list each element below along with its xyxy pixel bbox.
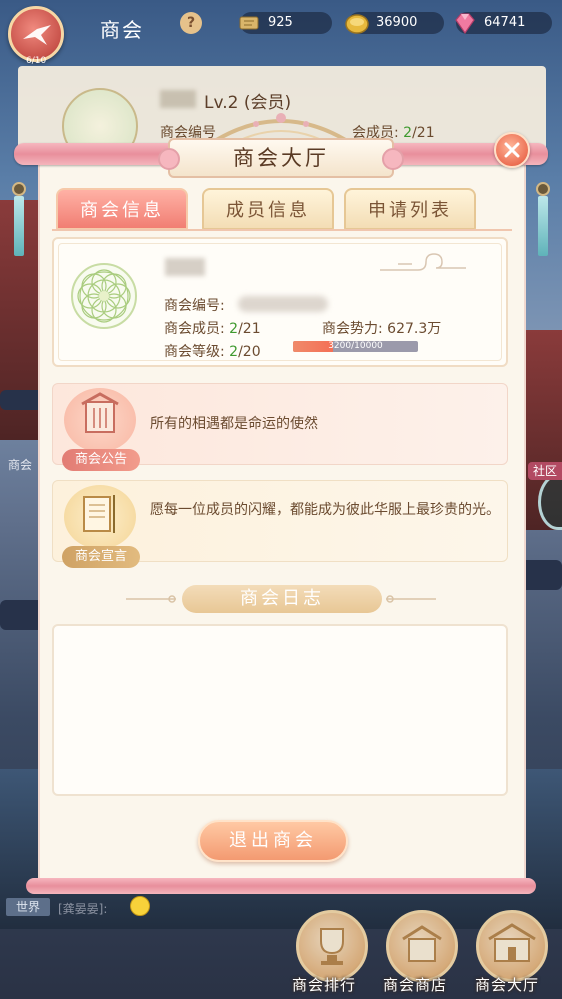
- declaration-badge-label: 商会宣言: [62, 546, 140, 568]
- notice-badge: [64, 388, 136, 452]
- chat-speaker: [龚晏晏]:: [58, 902, 108, 916]
- tab-application-list[interactable]: 申请列表: [344, 188, 476, 230]
- guild-id-blurred: [238, 296, 328, 312]
- diamond-icon: [455, 13, 475, 35]
- top-bar: 6/10 商会 ? 925 36900 64741: [0, 0, 562, 66]
- tab-guild-info[interactable]: 商会信息: [56, 188, 188, 230]
- chat-channel-world[interactable]: 世界: [6, 898, 50, 916]
- dialog-title: 商会大厅: [158, 138, 404, 178]
- gold-coin-icon: [345, 14, 369, 34]
- currency-gold[interactable]: 36900: [345, 12, 444, 34]
- shop-icon: [402, 925, 442, 962]
- tab-member-info[interactable]: 成员信息: [202, 188, 334, 230]
- tab-divider: [52, 229, 512, 231]
- nav-guild-ranking[interactable]: 商会排行: [292, 974, 356, 995]
- close-button[interactable]: [494, 132, 530, 168]
- cloud-ornament: [380, 253, 466, 271]
- close-icon: [504, 142, 520, 158]
- back-button[interactable]: [8, 6, 64, 62]
- community-button[interactable]: 社区: [528, 462, 562, 480]
- nav-guild-hall[interactable]: 商会大厅: [475, 974, 539, 995]
- guild-id-label: 商会编号:: [164, 298, 225, 314]
- guild-name-blurred: [165, 258, 205, 276]
- log-title: 商会日志: [182, 585, 382, 613]
- currency-value: 64741: [484, 15, 526, 30]
- log-title-ornament: 商会日志: [126, 585, 436, 613]
- hall-icon: [488, 923, 536, 962]
- exit-guild-button[interactable]: 退出商会: [198, 820, 348, 862]
- tassel-right: [536, 168, 550, 278]
- emoji-icon: [130, 896, 150, 916]
- currency-diamond[interactable]: 64741: [455, 12, 552, 35]
- guild-xp-bar: 3200/10000: [293, 341, 418, 352]
- guild-hall-icon[interactable]: [476, 910, 548, 982]
- trophy-icon: [320, 928, 344, 965]
- notice-badge-label: 商会公告: [62, 449, 140, 471]
- notice-board-icon: [81, 392, 119, 433]
- tassel-left: [12, 168, 26, 278]
- guild-members: 商会成员: 2/21: [164, 321, 261, 337]
- background-name-blur: [160, 90, 196, 108]
- guild-ranking-icon[interactable]: [296, 910, 368, 982]
- guild-power: 商会势力: 627.3万: [322, 321, 442, 337]
- scroll-rod-bottom: [26, 878, 536, 894]
- guild-level: 商会等级: 2/20: [164, 344, 261, 360]
- guild-xp-text: 3200/10000: [328, 341, 383, 351]
- currency-scroll[interactable]: 925: [239, 12, 332, 34]
- nav-guild-shop[interactable]: 商会商店: [383, 974, 447, 995]
- page-title: 商会: [100, 18, 144, 42]
- side-label-guild: 商会: [8, 458, 33, 472]
- declaration-text: 愿每一位成员的闪耀，都能成为彼此华服上最珍贵的光。: [150, 502, 500, 518]
- scroll-declaration-icon: [83, 495, 115, 533]
- help-icon[interactable]: ?: [180, 12, 202, 34]
- notice-text: 所有的相遇都是命运的使然: [150, 416, 318, 432]
- crane-icon: [23, 25, 51, 45]
- currency-value: 36900: [376, 15, 418, 30]
- guild-shop-icon[interactable]: [386, 910, 458, 982]
- declaration-badge: [64, 485, 136, 549]
- scroll-icon: [239, 16, 259, 30]
- back-counter: 6/10: [26, 56, 47, 66]
- bg-roof: [520, 560, 562, 590]
- guild-log-list[interactable]: [52, 624, 508, 796]
- currency-value: 925: [268, 15, 293, 30]
- guild-emblem-icon: [71, 263, 137, 329]
